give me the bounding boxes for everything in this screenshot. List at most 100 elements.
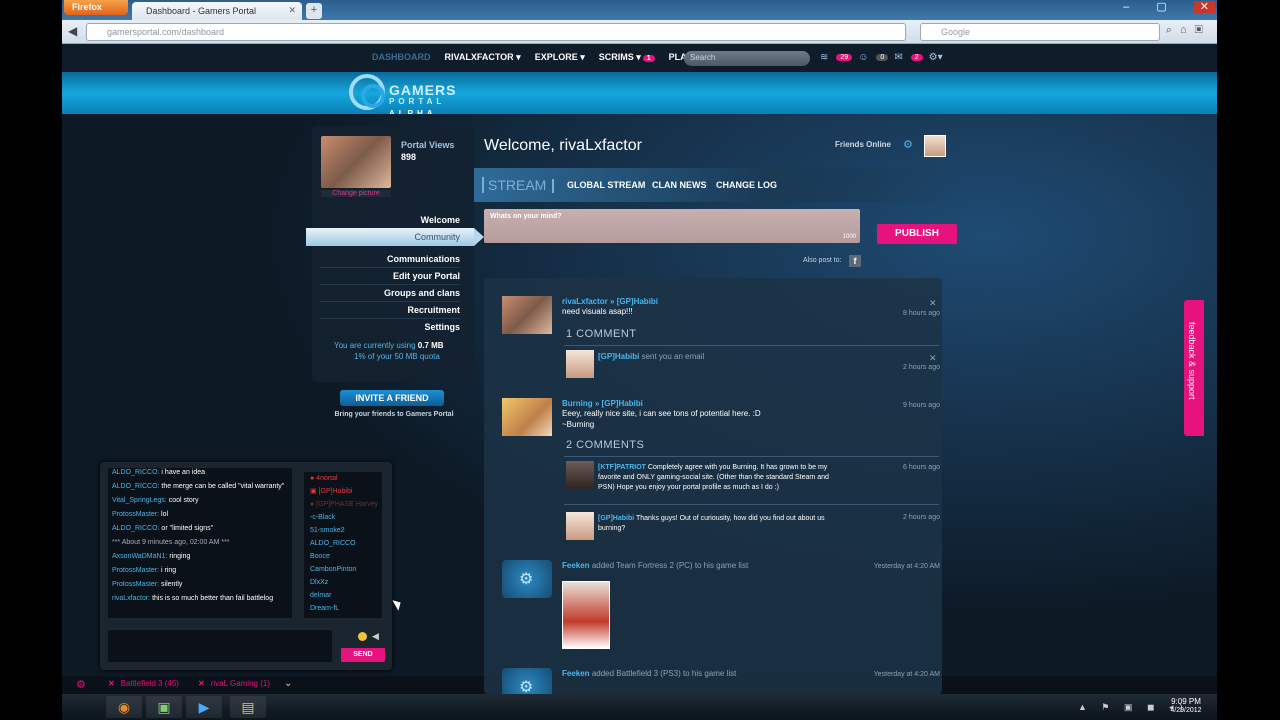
tab-change-log[interactable]: CHANGE LOG	[716, 180, 777, 190]
chat-message-user[interactable]: AxsonWaDMaN1:	[112, 553, 167, 560]
firefox-menu-button[interactable]: Firefox	[64, 0, 128, 15]
taskbar-media-icon[interactable]: ▶	[186, 696, 222, 718]
site-search-input[interactable]: Search	[684, 51, 810, 66]
chat-send-button[interactable]: SEND	[341, 648, 385, 662]
sound-icon[interactable]: ◀	[372, 631, 379, 642]
friends-icon[interactable]: ☺	[858, 52, 868, 63]
chat-tab-close-icon[interactable]: ✕	[198, 679, 205, 688]
browser-search-input[interactable]: Google	[920, 23, 1160, 41]
chat-message-user[interactable]: Vital_SpringLegs:	[112, 497, 167, 504]
settings-gear-icon[interactable]: ⚙▾	[929, 52, 943, 63]
online-friend-avatar[interactable]	[924, 135, 946, 157]
comment-author[interactable]: [GP]Habibi sent you an email	[598, 352, 704, 361]
chat-message-user[interactable]: ProtossMaster:	[112, 581, 159, 588]
taskbar-app-icon[interactable]: ▣	[146, 696, 182, 718]
chevron-down-icon[interactable]: ⌄	[284, 678, 292, 689]
comment-count[interactable]: 2 COMMENTS	[566, 439, 644, 451]
nav-dashboard[interactable]: DASHBOARD	[372, 52, 431, 63]
chat-tab-rival-gaming[interactable]: ✕ rivaL Gaming (1)	[198, 679, 270, 688]
post-author[interactable]: Feeken added Battlefield 3 (PS3) to his …	[562, 669, 736, 678]
chat-user[interactable]: Booce	[310, 550, 376, 563]
mail-icon[interactable]: ✉	[894, 52, 902, 63]
sidebar-item-communications[interactable]: Communications	[320, 254, 460, 268]
window-close-button[interactable]: ✕	[1193, 1, 1215, 13]
browser-window: Firefox Dashboard - Gamers Portal ✕ + – …	[62, 0, 1217, 720]
tab-close-icon[interactable]: ✕	[288, 5, 296, 16]
profile-picture[interactable]	[321, 136, 391, 188]
change-picture-link[interactable]: Change picture	[321, 190, 391, 197]
gamers-portal-logo[interactable]: GAMERS PORTAL ALPHA	[347, 66, 477, 120]
sidebar-item-groups[interactable]: Groups and clans	[320, 288, 460, 302]
post-close-icon[interactable]: ✕	[929, 298, 937, 309]
chat-user-list[interactable]: ● 4nortal ▣ [GP]Habibi ● [GP]PHASE Harvey -…	[304, 472, 382, 618]
chat-user[interactable]: delmar	[310, 589, 376, 602]
tab-clan-news[interactable]: CLAN NEWS	[652, 180, 707, 190]
browser-tab-dashboard[interactable]: Dashboard - Gamers Portal ✕	[132, 2, 302, 20]
new-tab-button[interactable]: +	[306, 3, 322, 19]
sidebar-item-welcome[interactable]: Welcome	[320, 215, 460, 228]
chat-user[interactable]: 51-smoke2	[310, 524, 376, 537]
nav-user-menu[interactable]: RIVALXFACTOR ▾	[445, 52, 521, 63]
chat-user[interactable]: -c-Black	[310, 511, 376, 524]
sidebar-item-settings[interactable]: Settings	[320, 322, 460, 335]
chat-message-user[interactable]: ProtossMaster:	[112, 511, 159, 518]
comment-count[interactable]: 1 COMMENT	[566, 328, 637, 340]
chat-user[interactable]: ALDO_RICCO	[310, 537, 376, 550]
post-avatar[interactable]	[502, 398, 552, 436]
clock-date[interactable]: 4/29/2012	[1162, 707, 1210, 714]
comment-author[interactable]: [GP]Habibi	[598, 515, 634, 522]
emoticon-icon[interactable]	[358, 632, 367, 641]
post-avatar[interactable]	[502, 668, 552, 694]
game-cover-image[interactable]	[562, 581, 610, 649]
chat-user[interactable]: Dream-fL	[310, 602, 376, 615]
comment-author[interactable]: [KTF]PATRIOT	[598, 464, 646, 471]
nav-scrims[interactable]: SCRIMS ▾ 1	[599, 52, 655, 63]
chat-tab-close-icon[interactable]: ✕	[108, 679, 115, 688]
post-author[interactable]: Feeken added Team Fortress 2 (PC) to his…	[562, 561, 748, 570]
post-author[interactable]: rivaLxfactor » [GP]Habibi	[562, 297, 658, 306]
comment-divider	[564, 345, 939, 346]
chat-user[interactable]: CambonPinton	[310, 563, 376, 576]
chat-settings-gear-icon[interactable]: ⚙	[76, 678, 86, 691]
invite-friend-button[interactable]: INVITE A FRIEND	[340, 390, 444, 406]
chat-message-user[interactable]: ALDO_RICCO:	[112, 469, 159, 476]
taskbar-folder-icon[interactable]: ▤	[230, 696, 266, 718]
comment-avatar[interactable]	[566, 512, 594, 540]
chat-message-user[interactable]: rivaLxfactor:	[112, 595, 150, 602]
browser-toolbar-icons[interactable]: ⌕⌂▣	[1166, 24, 1211, 37]
chat-message-user[interactable]: ALDO_RICCO:	[112, 525, 159, 532]
chat-log[interactable]: ALDO_RICCO: i have an idea ALDO_RICCO: th…	[108, 468, 292, 618]
post-avatar[interactable]	[502, 560, 552, 598]
post-author[interactable]: Burning » [GP]Habibi	[562, 399, 643, 408]
tab-global-stream[interactable]: GLOBAL STREAM	[567, 180, 645, 190]
publish-button[interactable]: PUBLISH	[877, 224, 957, 244]
feed-icon[interactable]: ≋	[820, 52, 828, 63]
facebook-icon[interactable]: f	[849, 255, 861, 267]
comment-avatar[interactable]	[566, 350, 594, 378]
chat-user[interactable]: ▣ [GP]Habibi	[310, 485, 376, 498]
chat-message-user[interactable]: ALDO_RICCO:	[112, 483, 159, 490]
url-bar[interactable]: gamersportal.com/dashboard	[86, 23, 906, 41]
chat-message-user[interactable]: ProtossMaster:	[112, 567, 159, 574]
chat-message-input[interactable]	[108, 630, 332, 662]
nav-explore[interactable]: EXPLORE ▾	[535, 52, 585, 63]
chat-user[interactable]: DlxXz	[310, 576, 376, 589]
comment-close-icon[interactable]: ✕	[929, 353, 937, 364]
post-avatar[interactable]	[502, 296, 552, 334]
back-arrow-icon[interactable]: ◀	[68, 24, 77, 38]
chat-message: ALDO_RICCO: i have an idea	[112, 468, 288, 477]
tab-stream[interactable]: STREAM	[482, 177, 554, 194]
status-input[interactable]: Whats on your mind? 1000	[484, 209, 860, 243]
chat-user[interactable]: ● [GP]PHASE Harvey	[310, 498, 378, 511]
sidebar-item-community[interactable]: Community	[306, 228, 484, 246]
minimize-maximize-buttons[interactable]: – ▢	[1123, 1, 1179, 13]
comment-avatar[interactable]	[566, 461, 594, 489]
clock-time[interactable]: 9:09 PM	[1166, 697, 1206, 706]
friends-online-icon[interactable]: ⚙	[903, 138, 917, 152]
sidebar-item-edit-portal[interactable]: Edit your Portal	[320, 271, 460, 285]
chat-tab-battlefield[interactable]: ✕ Battlefield 3 (45)	[108, 679, 179, 688]
feedback-support-tab[interactable]: feedback & support	[1184, 300, 1204, 436]
taskbar-firefox-icon[interactable]: ◉	[106, 696, 142, 718]
sidebar-item-recruitment[interactable]: Recruitment	[320, 305, 460, 319]
chat-user[interactable]: ● 4nortal	[310, 472, 376, 485]
